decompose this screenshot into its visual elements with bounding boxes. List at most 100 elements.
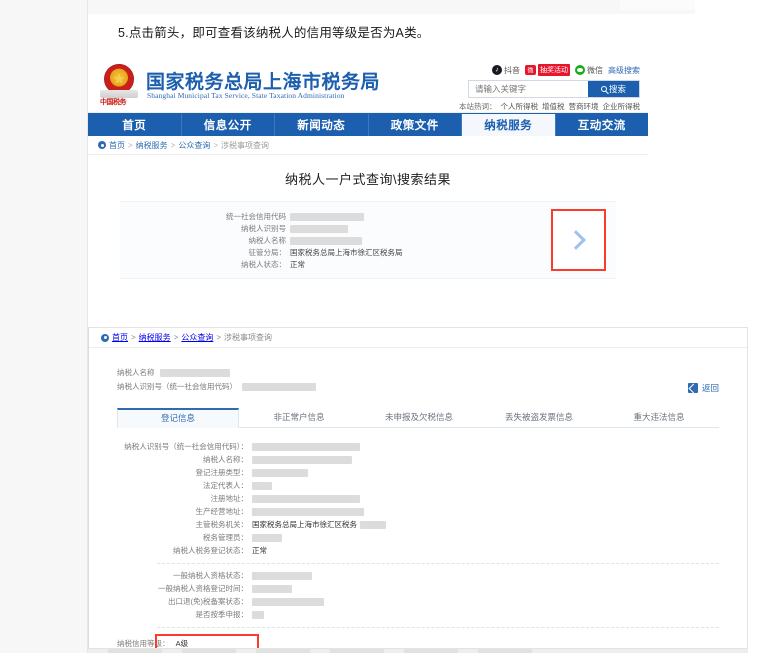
divider xyxy=(157,627,719,628)
field-tax-credit-rating: 纳税信用等级： A级 xyxy=(117,634,259,648)
breadcrumb-sep-1: > xyxy=(131,333,136,342)
breadcrumb-public-query[interactable]: 公众查询 xyxy=(181,332,213,343)
field-value xyxy=(252,595,324,608)
field-label: 出口退(免)税备案状态： xyxy=(168,597,248,606)
site-title: 国家税务总局上海市税务局 xyxy=(146,72,381,93)
breadcrumb-sep-3: > xyxy=(213,140,219,150)
social-links: 抖音 抽奖活动 微信 高级搜索 xyxy=(468,63,640,77)
field-taxpayer-status: 纳税人状态： 正常 xyxy=(120,259,616,271)
search-button-label: 搜索 xyxy=(608,84,626,94)
tab-unfiled-and-owed-tax-info[interactable]: 未申报及欠税信息 xyxy=(359,408,479,427)
field-general-taxpayer-registration-time: 一般纳税人资格登记时间： xyxy=(117,582,719,595)
field-value xyxy=(252,453,352,466)
field-business-address: 生产经营地址： xyxy=(117,505,719,518)
social-link-douyin[interactable]: 抖音 xyxy=(492,65,520,76)
field-registration-type: 登记注册类型： xyxy=(117,466,719,479)
field-value: 国家税务总局上海市徐汇区税务局 xyxy=(290,248,403,257)
tax-bureau-emblem-icon: 中国税务 xyxy=(100,64,144,108)
search-input[interactable] xyxy=(469,81,588,97)
back-button[interactable]: 返回 xyxy=(687,382,719,394)
nav-item-tax-services[interactable]: 纳税服务 xyxy=(462,114,556,136)
breadcrumb-current: 涉税事项查询 xyxy=(221,140,270,150)
field-label: 纳税人状态： xyxy=(241,260,286,269)
back-button-label: 返回 xyxy=(701,383,719,393)
tab-abnormal-status-info[interactable]: 非正常户信息 xyxy=(239,408,359,427)
screenshot-taxpayer-detail: 首页 > 纳税服务 > 公众查询 > 涉税事项查询 纳税人名称 纳税人识别号（统… xyxy=(88,327,748,649)
field-label: 纳税信用等级： xyxy=(117,639,170,648)
hotwords-label: 本站热词： xyxy=(459,102,497,111)
field-taxpayer-name: 纳税人名称 xyxy=(117,366,747,380)
field-general-taxpayer-status: 一般纳税人资格状态： xyxy=(117,569,719,582)
tab-lost-stolen-invoice-info[interactable]: 丢失被盗发票信息 xyxy=(479,408,599,427)
search-button[interactable]: 搜索 xyxy=(588,81,639,97)
field-taxpayer-id: 纳税人识别号（统一社会信用代码） xyxy=(117,380,747,394)
breadcrumb-tax-services[interactable]: 纳税服务 xyxy=(136,140,168,151)
site-header: 中国税务 国家税务总局上海市税务局 Shanghai Municipal Tax… xyxy=(88,60,648,113)
field-value xyxy=(252,440,360,453)
weibo-icon xyxy=(525,65,536,75)
registration-info-panel: 纳税人识别号（统一社会信用代码）： 纳税人名称： 登记注册类型： 法定代表人： … xyxy=(117,440,719,648)
nav-item-interaction[interactable]: 互动交流 xyxy=(556,114,649,136)
breadcrumb-tax-services[interactable]: 纳税服务 xyxy=(139,332,171,343)
view-detail-arrow-button[interactable] xyxy=(551,209,606,271)
field-value: 国家税务总局上海市徐汇区税务 xyxy=(252,520,357,529)
field-taxpayer-id: 纳税人识别号 xyxy=(120,223,616,235)
site-subtitle: Shanghai Municipal Tax Service, State Ta… xyxy=(147,91,345,100)
nav-item-policy-documents[interactable]: 政策文件 xyxy=(369,114,462,136)
field-tax-registration-status: 纳税人税务登记状态： 正常 xyxy=(117,544,719,557)
field-label: 纳税人识别号（统一社会信用代码） xyxy=(117,382,237,391)
hotwords-row: 本站热词： 个人所得税 增值税 营商环境 企业所得税 xyxy=(459,101,641,112)
breadcrumb-home[interactable]: 首页 xyxy=(112,332,128,343)
main-navigation: 首页 信息公开 新闻动态 政策文件 纳税服务 互动交流 xyxy=(88,113,648,136)
step-instruction: 5.点击箭头，即可查看该纳税人的信用等级是否为A类。 xyxy=(118,26,430,40)
divider xyxy=(157,563,719,564)
field-label: 纳税人名称 xyxy=(248,236,287,245)
breadcrumb-detail: 首页 > 纳税服务 > 公众查询 > 涉税事项查询 xyxy=(89,328,747,348)
nav-item-information-disclosure[interactable]: 信息公开 xyxy=(182,114,275,136)
nav-item-news[interactable]: 新闻动态 xyxy=(275,114,369,136)
hotword-2[interactable]: 营商环境 xyxy=(569,101,599,112)
taxpayer-detail-body: 纳税人名称 纳税人识别号（统一社会信用代码） 返回 登记信息 非正常户信息 未申… xyxy=(89,348,747,648)
breadcrumb-home[interactable]: 首页 xyxy=(109,140,125,151)
hotword-1[interactable]: 增值税 xyxy=(542,101,565,112)
field-value xyxy=(290,211,364,223)
field-label: 纳税人税务登记状态： xyxy=(173,546,248,555)
credit-rating-value: A级 xyxy=(175,639,189,648)
search-icon xyxy=(600,86,607,92)
social-link-wechat[interactable]: 微信 xyxy=(575,65,603,76)
site-search-bar: 搜索 xyxy=(468,80,640,98)
field-value xyxy=(252,569,312,582)
field-value xyxy=(252,582,292,595)
field-legal-representative: 法定代表人： xyxy=(117,479,719,492)
breadcrumb-sep-1: > xyxy=(128,140,133,150)
field-taxpayer-name: 纳税人名称 xyxy=(120,235,616,247)
document-top-strip xyxy=(88,0,695,14)
tab-major-violation-info[interactable]: 重大违法信息 xyxy=(599,408,719,427)
field-value xyxy=(252,492,360,505)
field-label: 纳税人识别号（统一社会信用代码）： xyxy=(124,442,248,451)
field-label: 统一社会信用代码 xyxy=(226,212,286,221)
field-competent-tax-authority: 主管税务机关： 国家税务总局上海市徐汇区税务 xyxy=(117,518,719,531)
search-result-area: 纳税人一户式查询\搜索结果 统一社会信用代码 纳税人识别号 纳税人名称 征管分局… xyxy=(88,155,648,279)
field-label: 注册地址： xyxy=(210,494,249,503)
back-arrow-icon xyxy=(687,383,698,393)
advanced-search-link[interactable]: 高级搜索 xyxy=(608,65,640,76)
nav-item-home[interactable]: 首页 xyxy=(88,114,182,136)
field-value xyxy=(290,223,348,235)
social-link-weibo[interactable]: 抽奖活动 xyxy=(525,64,570,76)
field-label: 登记注册类型： xyxy=(195,468,249,477)
breadcrumb-public-query[interactable]: 公众查询 xyxy=(178,140,210,151)
field-label: 纳税人名称： xyxy=(203,455,248,464)
location-pin-icon xyxy=(101,333,109,342)
field-value: 正常 xyxy=(252,546,267,555)
field-tax-administrator: 税务管理员： xyxy=(117,531,719,544)
tab-registration-info[interactable]: 登记信息 xyxy=(117,408,239,428)
field-value xyxy=(252,531,282,544)
field-value xyxy=(290,235,362,247)
hotword-0[interactable]: 个人所得税 xyxy=(501,101,539,112)
hotword-3[interactable]: 企业所得税 xyxy=(603,101,641,112)
douyin-label: 抖音 xyxy=(504,65,520,75)
field-value xyxy=(252,466,308,479)
document-left-margin xyxy=(0,0,88,653)
field-taxpayer-id: 纳税人识别号（统一社会信用代码）： xyxy=(117,440,719,453)
